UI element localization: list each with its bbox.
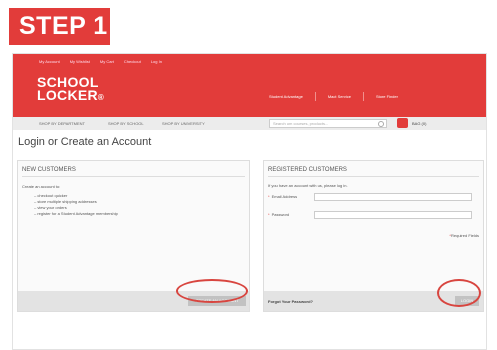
new-customers-intro: Create an account to: [22,184,61,189]
search-icon[interactable] [378,121,384,127]
site-logo[interactable]: SCHOOL LOCKER® [37,75,105,104]
required-fields-note: *Required Fields [449,233,479,238]
link-log-in[interactable]: Log In [151,59,162,64]
required-fields-text: Required Fields [450,233,479,238]
search-placeholder: Search um courses, products... [273,121,329,126]
logo-line-2: LOCKER [37,87,98,103]
shop-by-university[interactable]: SHOP BY UNIVERSITY [162,121,205,126]
step-badge: STEP 1 [9,8,110,45]
link-my-cart[interactable]: My Cart [100,59,114,64]
category-nav: SHOP BY DEPARTMENT SHOP BY SCHOOL SHOP B… [13,117,486,130]
shop-by-department[interactable]: SHOP BY DEPARTMENT [39,121,85,126]
page-title: Login or Create an Account [18,136,152,148]
nav-divider [314,92,316,101]
login-callout-circle [437,279,481,307]
required-marker: * [268,212,270,217]
top-links: My Account My Wishlist My Cart Checkout … [39,59,162,64]
forgot-password-link[interactable]: Forgot Your Password? [268,299,313,304]
new-customers-title: NEW CUSTOMERS [22,167,76,173]
link-checkout[interactable]: Checkout [124,59,141,64]
benefits-list: checkout quicker store multiple shipping… [34,193,118,217]
divider [22,176,245,177]
nav-store-finder[interactable]: Store Finder [376,94,398,99]
bag-icon[interactable] [397,118,408,128]
header-nav: Student Advantage Mact Service Store Fin… [269,92,398,101]
password-label-text: Password [271,212,290,217]
required-marker: * [268,194,270,199]
email-label: * Email Address [268,194,297,199]
nav-student-advantage[interactable]: Student Advantage [269,94,303,99]
site-header: My Account My Wishlist My Cart Checkout … [13,54,486,117]
password-label: * Password [268,212,289,217]
divider [268,176,479,177]
nav-divider [362,92,364,101]
link-my-wishlist[interactable]: My Wishlist [70,59,90,64]
link-my-account[interactable]: My Account [39,59,60,64]
registered-customers-intro: If you have an account with us, please l… [268,183,348,188]
list-item: register for a Student Advantage members… [34,211,118,217]
email-label-text: Email Address [271,194,298,199]
screenshot-frame: My Account My Wishlist My Cart Checkout … [12,53,487,350]
email-field[interactable] [314,193,472,201]
create-account-callout-circle [176,279,248,303]
password-field[interactable] [314,211,472,219]
bag-label[interactable]: BAG (0) [412,121,426,126]
logo-mark: ® [97,93,105,102]
registered-customers-title: REGISTERED CUSTOMERS [268,167,347,173]
shop-by-school[interactable]: SHOP BY SCHOOL [108,121,144,126]
search-input[interactable]: Search um courses, products... [269,119,387,128]
nav-mact-service[interactable]: Mact Service [328,94,351,99]
